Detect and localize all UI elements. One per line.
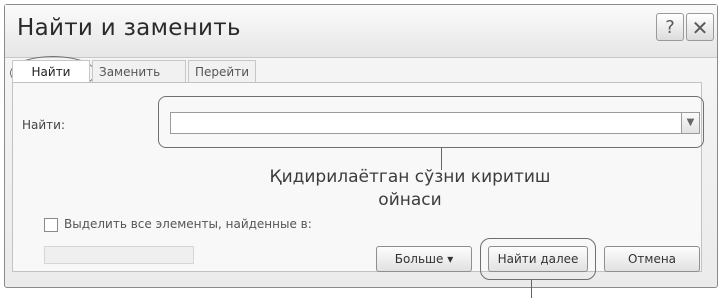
tab-find[interactable]: Найти (12, 60, 90, 82)
highlight-all-checkbox[interactable] (44, 218, 58, 232)
find-input[interactable] (170, 112, 682, 134)
annotation-text: Қидирилаётган сўзни киритиш ойнаси (269, 167, 551, 210)
close-button[interactable]: ✕ (686, 13, 714, 41)
help-icon: ? (665, 17, 675, 38)
find-label: Найти: (22, 118, 66, 132)
close-icon: ✕ (691, 16, 709, 40)
highlight-scope-dropdown (44, 246, 194, 264)
highlight-all-label: Выделить все элементы, найденные в: (64, 217, 312, 231)
titlebar: Найти и заменить ? ✕ (5, 5, 717, 58)
dialog-title: Найти и заменить (17, 15, 241, 41)
tab-goto[interactable]: Перейти (188, 60, 256, 82)
chevron-down-icon[interactable]: ▼ (682, 112, 700, 134)
more-button[interactable]: Больше ▾ (376, 246, 472, 272)
tab-replace[interactable]: Заменить (92, 60, 186, 82)
find-next-leader-line (531, 280, 532, 298)
find-next-button[interactable]: Найти далее (488, 246, 588, 272)
cancel-button[interactable]: Отмена (604, 246, 700, 272)
help-button[interactable]: ? (656, 13, 684, 41)
